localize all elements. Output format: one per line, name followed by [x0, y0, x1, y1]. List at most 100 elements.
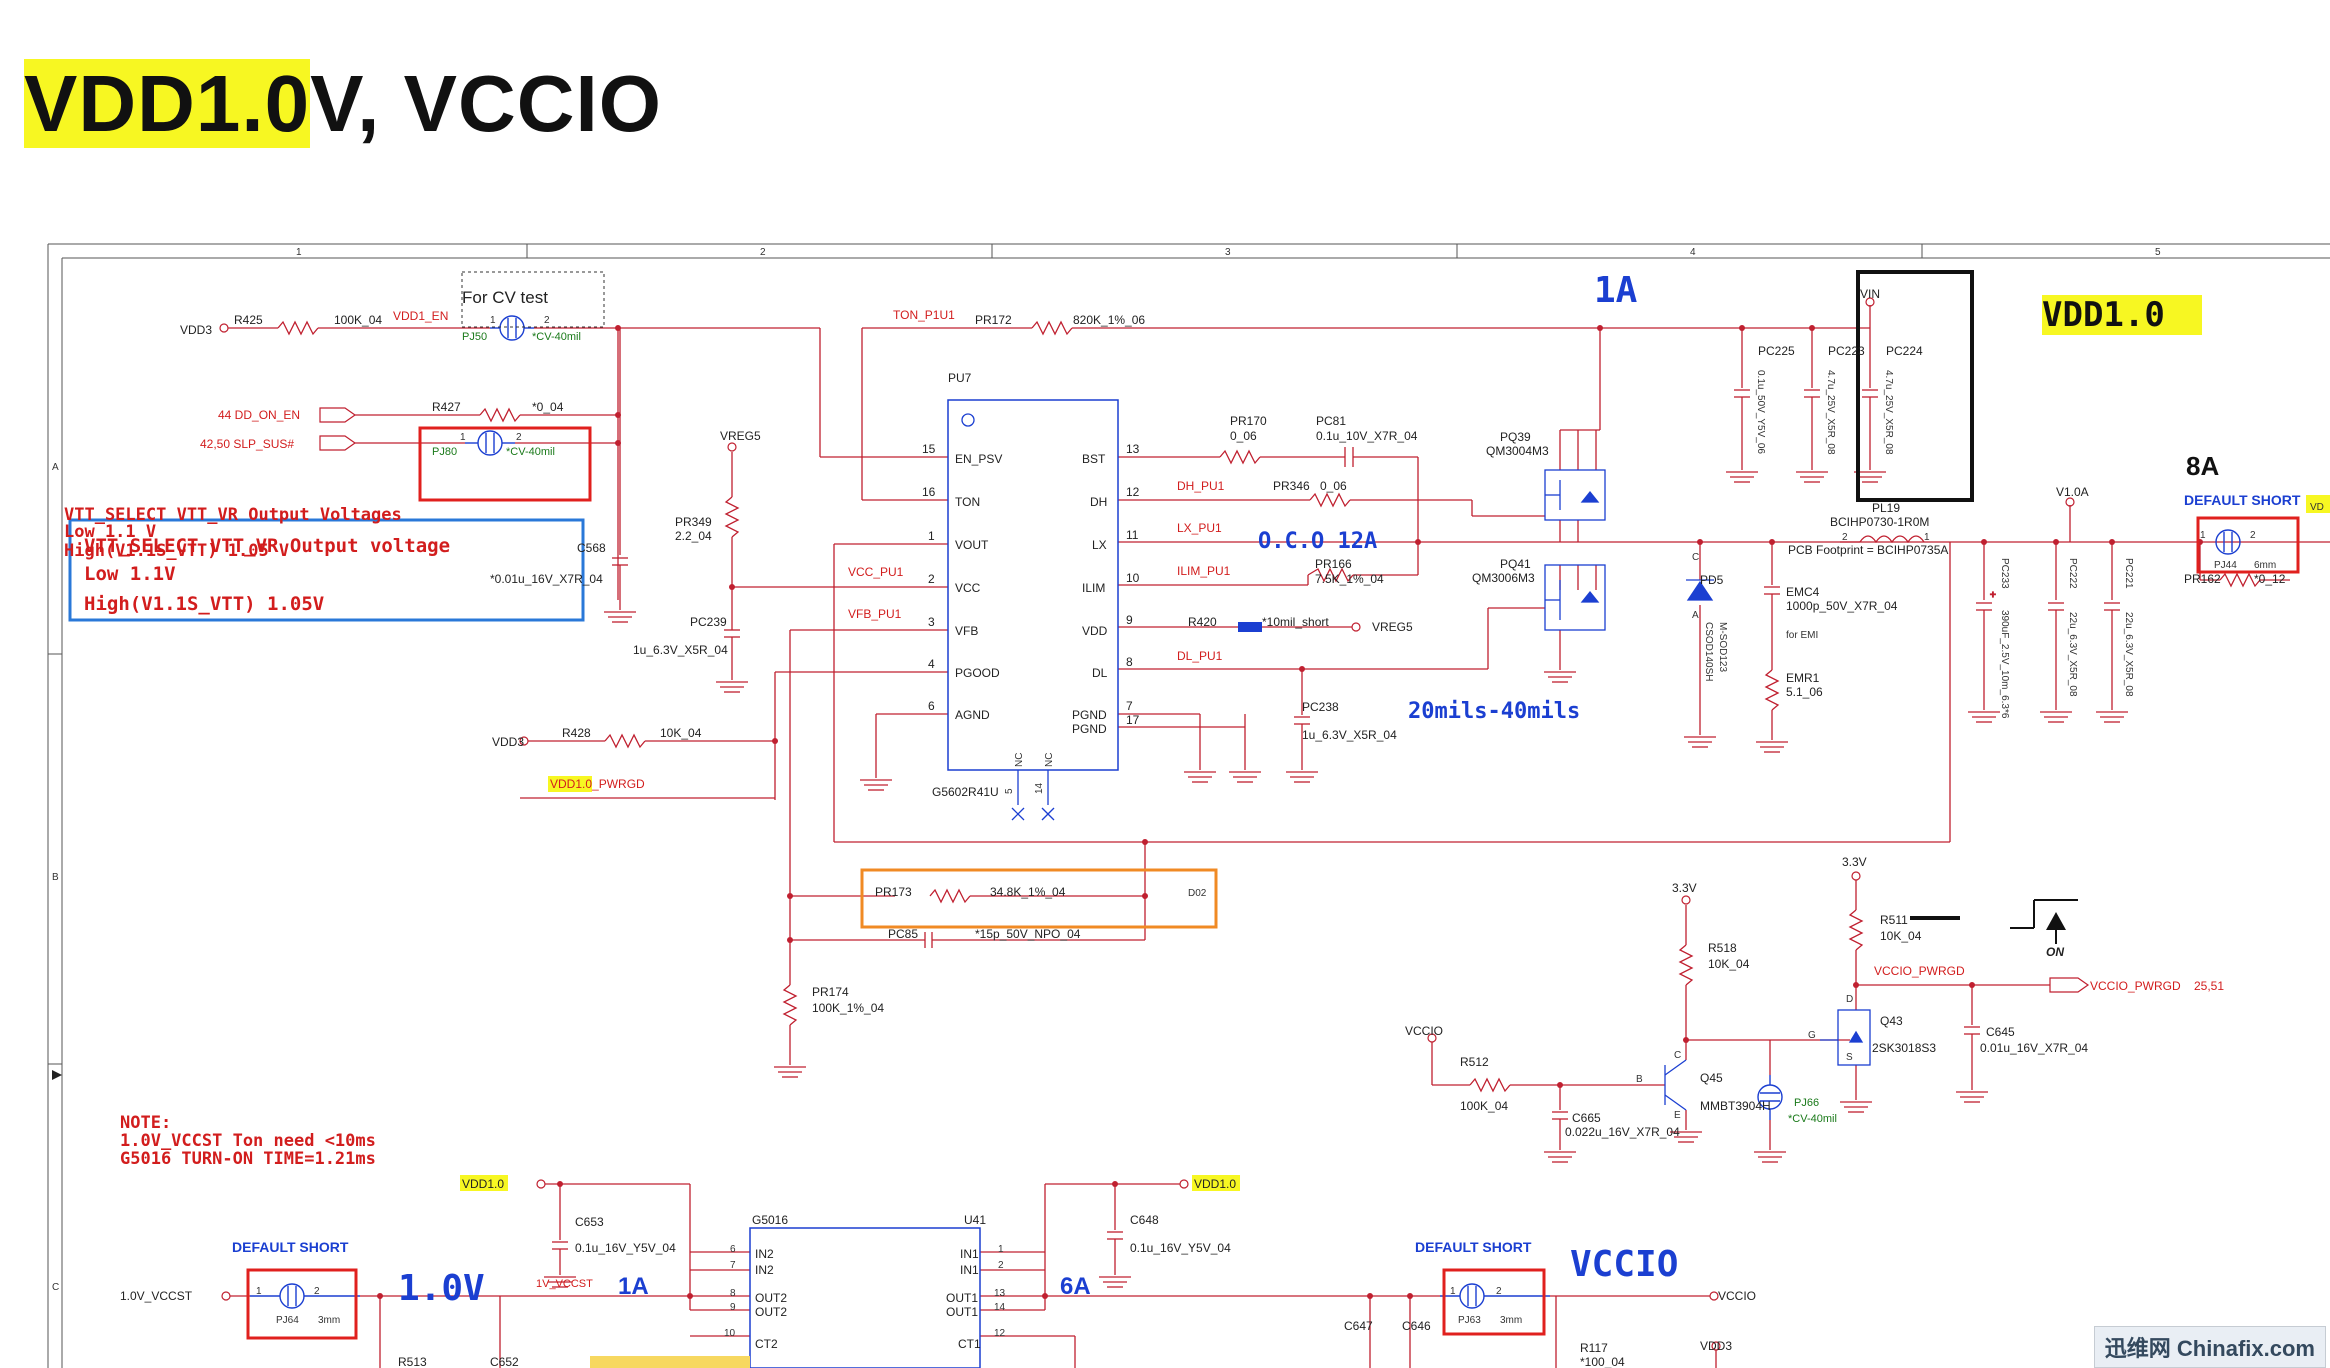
jumpers	[250, 315, 2241, 1309]
svg-text:PR346: PR346	[1273, 479, 1310, 493]
jumper-pj66-icon	[1757, 1075, 1783, 1120]
svg-text:12: 12	[994, 1328, 1006, 1339]
ground-icon	[1796, 471, 1828, 483]
row-b: B	[52, 872, 59, 883]
power-port-icon	[1351, 622, 1361, 632]
svg-text:2SK3018S3: 2SK3018S3	[1872, 1041, 1936, 1055]
svg-text:PL19: PL19	[1872, 501, 1900, 515]
svg-text:D02: D02	[1188, 888, 1207, 899]
pj80-highlight-box	[418, 426, 592, 502]
col-5: 5	[2155, 247, 2161, 258]
svg-text:10K_04: 10K_04	[1708, 957, 1750, 971]
svg-text:VCCIO: VCCIO	[1405, 1024, 1443, 1038]
power-port-icon	[727, 442, 737, 452]
ground-icon	[1968, 711, 2000, 723]
svg-text:Q43: Q43	[1880, 1014, 1903, 1028]
svg-text:9: 9	[730, 1302, 736, 1313]
svg-text:C: C	[1674, 1050, 1681, 1061]
svg-text:NOTE:: NOTE:	[120, 1113, 171, 1133]
svg-text:6mm: 6mm	[2254, 560, 2276, 571]
pin1-marker-icon	[961, 413, 975, 427]
pin-num: 17	[1126, 713, 1140, 727]
svg-text:VREG5: VREG5	[1372, 620, 1413, 634]
svg-text:QM3004M3: QM3004M3	[1486, 444, 1549, 458]
svg-text:C568: C568	[577, 541, 606, 555]
svg-text:VCCIO: VCCIO	[1718, 1289, 1756, 1303]
pin-num: 16	[922, 485, 936, 499]
pin-num: 14	[1034, 782, 1045, 794]
power-port-icon	[221, 1291, 231, 1301]
svg-text:PC238: PC238	[1302, 700, 1339, 714]
svg-text:High(V1.1S_VTT) 1.05V: High(V1.1S_VTT) 1.05V	[84, 593, 324, 615]
svg-text:R425: R425	[234, 313, 263, 327]
svg-text:PQ41: PQ41	[1500, 557, 1531, 571]
svg-text:C653: C653	[575, 1215, 604, 1229]
pin-name: PGND	[1072, 708, 1107, 722]
svg-text:1V_VCCST: 1V_VCCST	[536, 1278, 593, 1290]
ground-icon	[1956, 1091, 1988, 1103]
ground-icon	[1684, 736, 1716, 748]
svg-text:1: 1	[490, 315, 496, 326]
svg-text:DL_PU1: DL_PU1	[1177, 649, 1223, 663]
svg-text:0.022u_16V_X7R_04: 0.022u_16V_X7R_04	[1565, 1125, 1680, 1139]
svg-text:0.1u_16V_Y5V_04: 0.1u_16V_Y5V_04	[575, 1241, 676, 1255]
pin-num: 2	[928, 572, 935, 586]
jumper-pj64-icon	[250, 1283, 360, 1309]
svg-text:10K_04: 10K_04	[1880, 929, 1922, 943]
svg-text:E: E	[1674, 1110, 1681, 1121]
pin-name: DH	[1090, 495, 1107, 509]
pj64-highlight-box	[246, 1268, 358, 1340]
pj44-highlight-box	[2196, 516, 2300, 574]
row-a: A	[52, 462, 59, 473]
ground-icon	[860, 779, 892, 791]
svg-text:PJ64: PJ64	[276, 1315, 299, 1326]
svg-text:PR172: PR172	[975, 313, 1012, 327]
svg-text:2: 2	[998, 1260, 1004, 1271]
svg-text:VCCIO_PWRGD: VCCIO_PWRGD	[2090, 979, 2181, 993]
sheet-frame	[47, 243, 2330, 1368]
pin-name: LX	[1092, 538, 1107, 552]
svg-text:PJ66: PJ66	[1794, 1097, 1819, 1109]
svg-text:1: 1	[998, 1244, 1004, 1255]
ic-u41-pins: G5016 U41 IN2 IN2 IN1 IN1 OUT2OUT2 OUT1OUT…	[724, 1213, 1006, 1351]
ground-icon	[1754, 1151, 1786, 1163]
svg-text:PJ50: PJ50	[462, 331, 487, 343]
svg-text:C: C	[1692, 552, 1699, 563]
svg-text:C648: C648	[1130, 1213, 1159, 1227]
svg-text:3.3V: 3.3V	[1672, 881, 1697, 895]
power-port-icon	[1681, 895, 1691, 905]
ic-left-pins: 15 EN_PSV 16 TON 1 VOUT 2 VCC 3 VFB 4 PGOOD 6 A…	[922, 442, 1002, 722]
mosfet-q43-icon	[1820, 1009, 1871, 1066]
svg-text:R428: R428	[562, 726, 591, 740]
svg-text:PC81: PC81	[1316, 414, 1346, 428]
ground-icon	[716, 681, 748, 693]
svg-text:PC85: PC85	[888, 927, 918, 941]
svg-text:0.01u_16V_X7R_04: 0.01u_16V_X7R_04	[1980, 1041, 2088, 1055]
svg-text:R117: R117	[1580, 1341, 1608, 1355]
svg-text:C665: C665	[1572, 1111, 1601, 1125]
ground-icon	[604, 611, 636, 623]
pin-name: VCC	[955, 581, 981, 595]
svg-text:B: B	[1636, 1074, 1643, 1085]
svg-text:PD5: PD5	[1700, 573, 1724, 587]
svg-text:DEFAULT SHORT: DEFAULT SHORT	[2184, 492, 2301, 508]
offpage-connector-icon	[2049, 977, 2090, 993]
svg-text:1.0V_VCCST: 1.0V_VCCST	[120, 1289, 193, 1303]
svg-text:DEFAULT SHORT: DEFAULT SHORT	[232, 1239, 349, 1255]
svg-text:DH_PU1: DH_PU1	[1177, 479, 1225, 493]
pin-name: VFB	[955, 624, 978, 638]
connectors	[219, 297, 2090, 1351]
svg-text:Low 1.1V: Low 1.1V	[84, 563, 176, 585]
svg-text:PC224: PC224	[1886, 344, 1923, 358]
svg-text:S: S	[1846, 1052, 1853, 1063]
ground-icon	[774, 1066, 806, 1078]
junctions	[377, 325, 2203, 1299]
svg-text:CSOD140SH: CSOD140SH	[1703, 622, 1714, 681]
vin-caps-box	[1856, 270, 1974, 502]
svg-text:IN2: IN2	[755, 1263, 774, 1277]
svg-text:CT2: CT2	[755, 1337, 778, 1351]
svg-text:M-SOD123: M-SOD123	[1717, 622, 1728, 672]
svg-text:4.7u_25V_X5R_08: 4.7u_25V_X5R_08	[1825, 370, 1836, 455]
electrolytic-pc233-icon: +	[1989, 589, 1996, 601]
ground-symbols	[544, 471, 2128, 1288]
